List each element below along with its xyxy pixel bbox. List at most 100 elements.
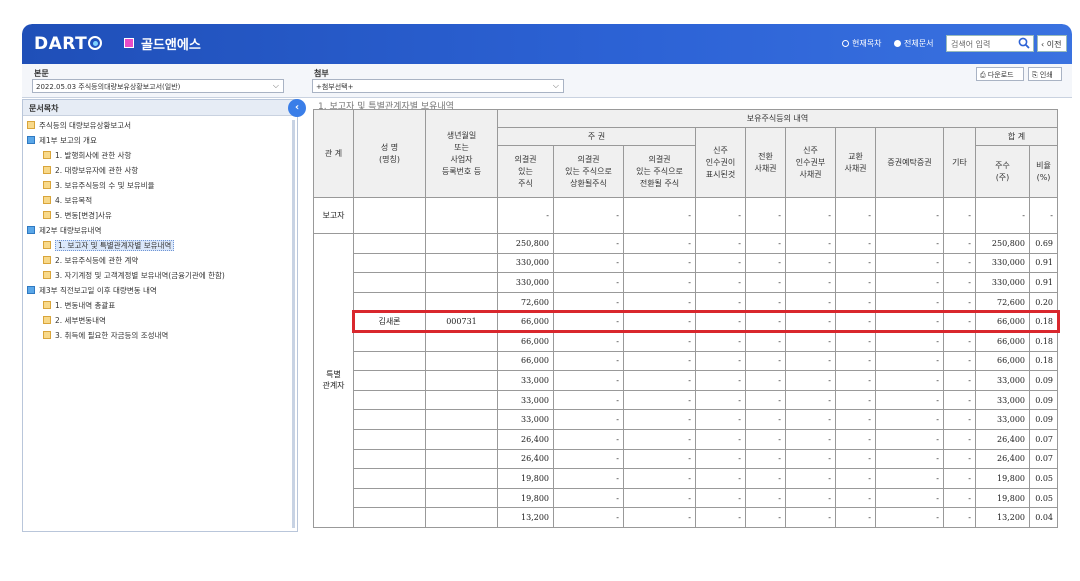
header-total: 합 계 [975,127,1058,146]
table-row: 33,000- - - - - - - -33,000 0.09 [314,389,1058,411]
dash-cell: - [785,272,836,293]
toc-item[interactable]: 5. 변동[변경]사유 [23,208,297,223]
toc-item[interactable]: 주식등의 대량보유상황보고서 [23,118,297,133]
dash-cell: - [695,330,746,352]
dash-cell: - [875,409,944,430]
toc-item[interactable]: 4. 보유목적 [23,193,297,208]
dash-cell: - [875,311,944,332]
toc-item[interactable]: 2. 보유주식등에 관한 계약 [23,253,297,268]
toc-item[interactable]: 1. 보고자 및 특별관계자별 보유내역 [23,238,297,253]
document-icon [43,151,51,159]
dash-cell: - [835,291,876,313]
dash-cell: - [553,487,624,509]
dash-cell: - [553,311,624,332]
chevron-down-icon: ⌵ [272,81,279,90]
dash-cell: - [785,350,836,372]
header-etc: 기타 [943,127,976,198]
dash-cell: - [623,197,696,234]
search-icon[interactable] [1018,37,1030,49]
total-shares-cell: 33,000 [975,409,1030,430]
dash-cell: - [785,389,836,411]
toc-item[interactable]: 3. 보유주식등의 수 및 보유비율 [23,178,297,193]
toc-item[interactable]: 제3부 직전보고일 이후 대량변동 내역 [23,283,297,298]
special-relation-cell: 특별 관계자 [313,233,354,528]
radio-current-toc[interactable]: 현재목차 [842,38,881,49]
toc-item[interactable]: 2. 대량보유자에 관한 사항 [23,163,297,178]
dash-cell: - [943,448,976,470]
total-ratio-cell: 0.09 [1029,409,1058,430]
dash-cell: - [695,350,746,372]
dash-cell: - [943,389,976,411]
toc-item[interactable]: 3. 자기계정 및 고객계정별 보유내역(금융기관에 한함) [23,268,297,283]
reporter-total-ratio-cell: - [1029,197,1058,234]
dash-cell: - [835,487,876,509]
dash-cell: - [623,448,696,470]
total-shares-cell: 19,800 [975,487,1030,509]
total-ratio-cell: 0.09 [1029,370,1058,391]
dash-cell: - [553,370,624,391]
toc-item[interactable]: 제2부 대량보유내역 [23,223,297,238]
sidebar-scrollbar[interactable] [292,120,295,528]
id-cell [425,428,498,450]
voting-cell: 66,000 [497,330,554,352]
document-icon [43,301,51,309]
dash-cell: - [943,409,976,430]
collapse-sidebar-icon[interactable]: ‹ [288,99,306,117]
name-cell [353,233,426,254]
voting-cell: 330,000 [497,272,554,293]
dash-cell: - [875,350,944,372]
download-button[interactable]: ⎙ 다운로드 [976,67,1024,81]
dart-logo[interactable]: DART [34,34,103,54]
dash-cell: - [553,389,624,411]
table-row: 33,000- - - - - - - -33,000 0.09 [314,409,1058,430]
dash-cell: - [623,507,696,528]
report-select[interactable]: 2022.05.03 주식등의대량보유상황보고서(일반) ⌵ [32,79,284,93]
report-select-value: 2022.05.03 주식등의대량보유상황보고서(일반) [36,83,181,91]
toc-item[interactable]: 3. 취득에 필요한 자금등의 조성내역 [23,328,297,343]
voting-cell: 26,400 [497,448,554,470]
dash-cell: - [835,233,876,254]
reporter-voting-cell: - [497,197,554,234]
dash-cell: - [785,197,836,234]
prev-button[interactable]: ‹ 이전 [1037,35,1067,52]
total-shares-cell: 33,000 [975,389,1030,411]
id-cell [425,272,498,293]
toc-item-label: 3. 보유주식등의 수 및 보유비율 [55,181,155,190]
radio-all-label: 전체문서 [904,39,934,48]
voting-cell: 19,800 [497,468,554,489]
toc-item[interactable]: 제1부 보고의 개요 [23,133,297,148]
report-label: 본문 [34,69,49,78]
dash-cell: - [745,291,786,313]
name-cell [353,448,426,470]
table-row: 72,600- - - - - - - -72,600 0.20 [314,291,1058,313]
dash-cell: - [623,311,696,332]
name-cell [353,291,426,313]
dash-cell: - [785,330,836,352]
attach-select[interactable]: +첨부선택+ ⌵ [312,79,564,93]
dash-cell: - [785,409,836,430]
toc-item[interactable]: 2. 세부변동내역 [23,313,297,328]
dart-viewer-window: DART 골드앤에스 현재목차 전체문서 검색어 입력 ‹ 이전 본문 2022… [22,24,1072,532]
id-cell [425,389,498,411]
reporter-total-shares-cell: - [975,197,1030,234]
attach-select-value: +첨부선택+ [316,83,354,91]
toc-item[interactable]: 1. 발행회사에 관한 사항 [23,148,297,163]
total-ratio-cell: 0.09 [1029,389,1058,411]
id-cell [425,291,498,313]
top-bar: DART 골드앤에스 현재목차 전체문서 검색어 입력 ‹ 이전 [22,24,1072,64]
header-redeemable-voting: 의결권 있는 주식으로 상환될주식 [553,145,624,198]
dash-cell: - [745,468,786,489]
print-button[interactable]: ⎘ 인쇄 [1028,67,1062,81]
toc-item[interactable]: 1. 변동내역 총괄표 [23,298,297,313]
header-relation: 관 계 [313,109,354,198]
table-row: 26,400- - - - - - - -26,400 0.07 [314,428,1058,450]
header-name: 성 명 (명칭) [353,109,426,198]
radio-all-doc[interactable]: 전체문서 [894,38,933,49]
dash-cell: - [875,468,944,489]
id-cell: 000731 [425,311,498,332]
total-shares-cell: 19,800 [975,468,1030,489]
dash-cell: - [835,389,876,411]
total-ratio-cell: 0.20 [1029,291,1058,313]
dash-cell: - [695,389,746,411]
document-icon [27,121,35,129]
